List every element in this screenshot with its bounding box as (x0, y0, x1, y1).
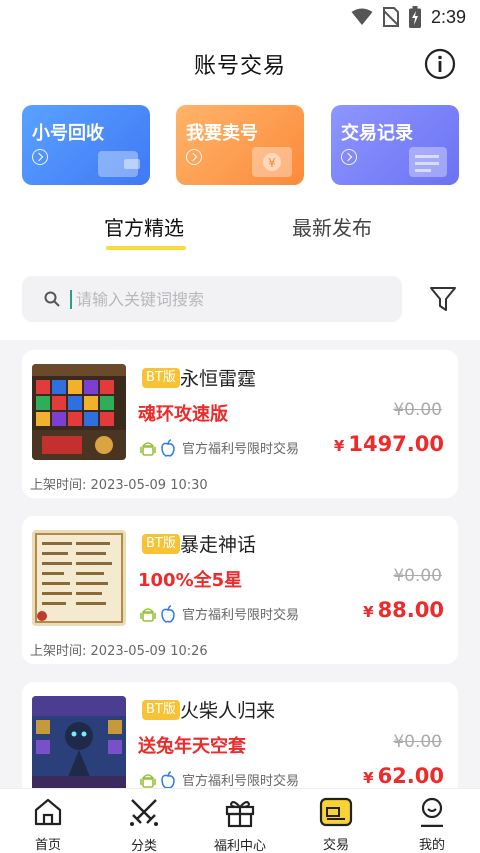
game-thumbnail (32, 696, 126, 788)
platform-info: 官方福利号限时交易 (140, 438, 299, 457)
android-icon (140, 607, 156, 622)
nav-welfare[interactable]: 福利中心 (192, 789, 288, 853)
platform-note: 官方福利号限时交易 (182, 774, 300, 788)
apple-icon (161, 770, 175, 788)
apple-icon (161, 438, 175, 457)
original-price: ¥0.00 (393, 732, 442, 752)
price-value: 88.00 (377, 598, 444, 622)
original-price: ¥0.00 (393, 400, 442, 420)
game-thumbnail (32, 364, 126, 460)
nav-home[interactable]: 首页 (0, 789, 96, 853)
search-input[interactable] (70, 289, 370, 309)
listing-list: BT版 永恒雷霆 魂环攻速版 ¥0.00 官方福利号限时交易 ¥1497.00 … (0, 340, 480, 788)
game-name: 火柴人归来 (180, 700, 276, 722)
android-icon (140, 773, 156, 788)
listing-highlight: 魂环攻速版 (138, 404, 228, 425)
active-tab-indicator (106, 246, 186, 250)
home-icon (31, 795, 65, 828)
listed-time-label: 上架时间: (30, 478, 87, 493)
app-header: 账号交易 (0, 34, 480, 94)
platform-note: 官方福利号限时交易 (182, 608, 300, 623)
sale-price: ¥62.00 (363, 764, 444, 788)
trade-card-icon (319, 795, 353, 828)
bt-version-badge: BT版 (142, 534, 180, 554)
nav-profile-label: 我的 (418, 838, 445, 853)
nav-trade[interactable]: 交易 (288, 789, 384, 853)
listed-time-value: 2023-05-09 10:26 (90, 644, 208, 659)
account-recycle-card[interactable]: 小号回收 (22, 105, 150, 185)
platform-info: 官方福利号限时交易 (140, 770, 299, 788)
tab-latest[interactable]: 最新发布 (292, 212, 372, 241)
listing-card[interactable]: BT版 暴走神话 100%全5星 ¥0.00 官方福利号限时交易 ¥88.00 … (22, 516, 458, 664)
yen-card-icon: ¥ (252, 147, 292, 177)
nav-welfare-label: 福利中心 (213, 839, 266, 853)
currency-symbol: ¥ (363, 603, 374, 621)
listed-time: 上架时间: 2023-05-09 10:30 (30, 474, 208, 493)
listed-time-value: 2023-05-09 10:30 (90, 478, 208, 493)
info-button[interactable] (424, 48, 456, 80)
account-recycle-label: 小号回收 (32, 123, 104, 144)
svg-text:¥: ¥ (268, 156, 276, 170)
listing-tabs: 官方精选 最新发布 (0, 196, 480, 258)
sale-price: ¥88.00 (363, 598, 444, 622)
sale-price: ¥1497.00 (334, 432, 444, 456)
nav-category[interactable]: 分类 (96, 789, 192, 853)
filter-icon (430, 287, 456, 311)
game-name: 暴走神话 (180, 534, 257, 556)
price-value: 1497.00 (348, 432, 444, 456)
listed-time: 上架时间: 2023-05-09 10:26 (30, 640, 208, 659)
sell-account-label: 我要卖号 (186, 123, 258, 144)
nav-home-label: 首页 (34, 838, 61, 853)
wallet-icon (98, 151, 140, 177)
search-box[interactable] (22, 276, 402, 322)
arrow-right-icon (341, 149, 357, 165)
document-list-icon (409, 147, 447, 177)
info-icon (424, 48, 456, 80)
android-icon (140, 441, 156, 456)
listing-highlight: 100%全5星 (138, 570, 243, 591)
status-time: 2:39 (430, 6, 466, 27)
profile-icon (415, 795, 449, 828)
currency-symbol: ¥ (363, 769, 374, 787)
bt-version-badge: BT版 (142, 368, 180, 388)
game-name: 永恒雷霆 (180, 368, 257, 390)
quick-actions: 小号回收 我要卖号 ¥ 交易记录 (0, 94, 480, 196)
platform-note: 官方福利号限时交易 (182, 442, 300, 457)
currency-symbol: ¥ (333, 437, 345, 455)
status-bar: 2:39 (0, 0, 480, 34)
nav-trade-label: 交易 (322, 838, 349, 853)
crossed-swords-icon (127, 795, 161, 829)
sell-account-card[interactable]: 我要卖号 ¥ (176, 105, 304, 185)
wifi-icon (351, 8, 373, 26)
bt-version-badge: BT版 (142, 700, 180, 720)
trade-records-label: 交易记录 (341, 123, 413, 144)
price-value: 62.00 (377, 764, 444, 788)
arrow-right-icon (32, 149, 48, 165)
search-row (0, 258, 480, 340)
listing-card[interactable]: BT版 火柴人归来 送兔年天空套 ¥0.00 官方福利号限时交易 ¥62.00 (22, 682, 458, 788)
battery-charging-icon (408, 6, 421, 28)
search-icon (44, 291, 60, 307)
nav-profile[interactable]: 我的 (384, 789, 480, 853)
filter-button[interactable] (428, 284, 458, 314)
tab-official-picks[interactable]: 官方精选 (104, 212, 184, 241)
listing-highlight: 送兔年天空套 (138, 736, 246, 757)
arrow-right-icon (186, 149, 202, 165)
bottom-nav: 首页 分类 福利中心 交易 我的 (0, 788, 480, 853)
original-price: ¥0.00 (393, 566, 442, 586)
no-sim-icon (382, 7, 399, 27)
listing-card[interactable]: BT版 永恒雷霆 魂环攻速版 ¥0.00 官方福利号限时交易 ¥1497.00 … (22, 350, 458, 498)
game-thumbnail (32, 530, 126, 626)
page-title: 账号交易 (193, 54, 286, 79)
platform-info: 官方福利号限时交易 (140, 604, 299, 623)
nav-category-label: 分类 (130, 839, 157, 853)
apple-icon (161, 604, 175, 623)
trade-records-card[interactable]: 交易记录 (331, 105, 459, 185)
gift-icon (223, 795, 257, 829)
listed-time-label: 上架时间: (30, 644, 87, 659)
